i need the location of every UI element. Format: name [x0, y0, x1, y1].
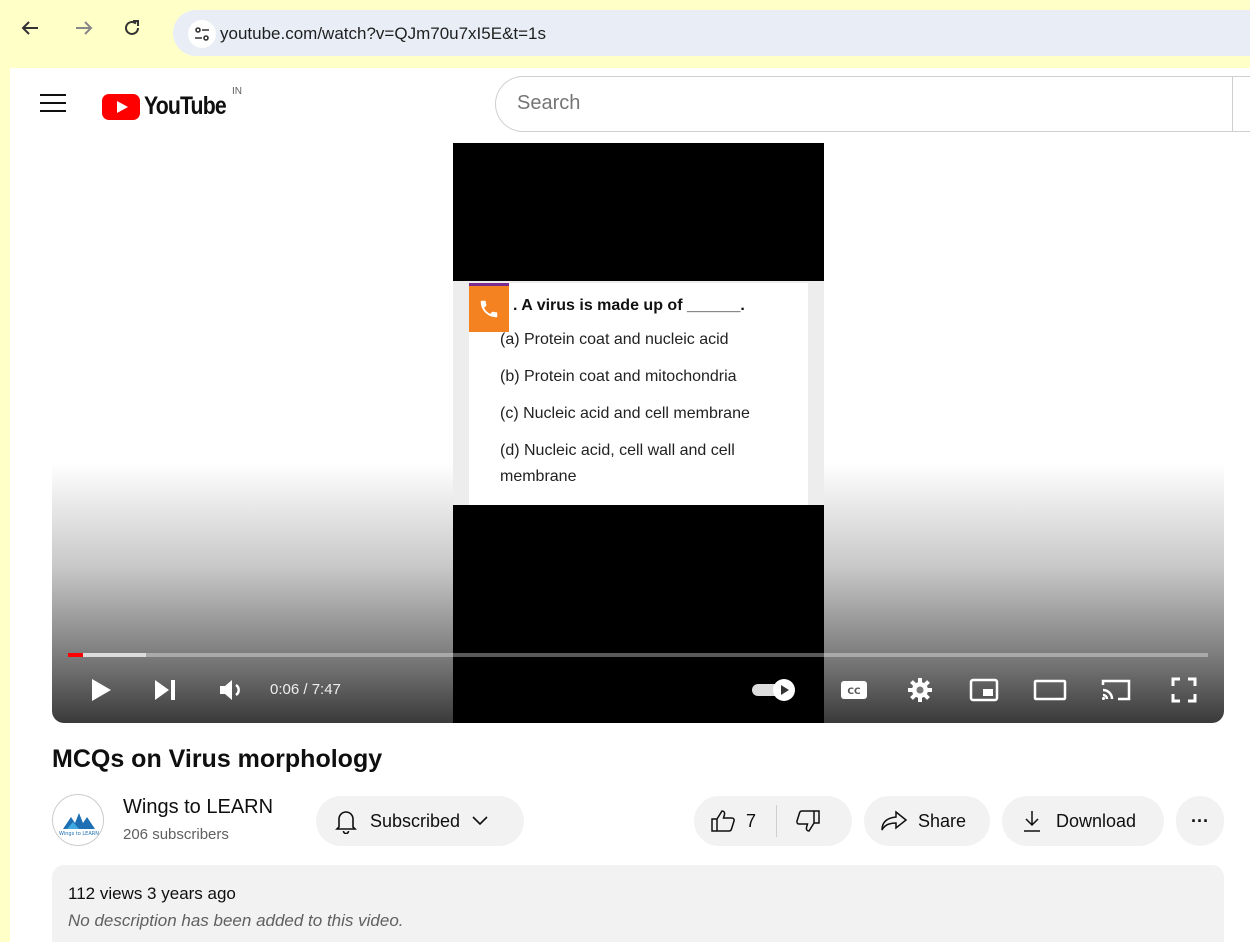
search-divider [1232, 77, 1233, 131]
download-button[interactable]: Download [1002, 796, 1164, 846]
subscriber-count: 206 subscribers [123, 826, 229, 843]
avatar-text: Wings to LEARN [59, 831, 99, 837]
channel-name[interactable]: Wings to LEARN [123, 796, 273, 819]
like-count: 7 [746, 810, 757, 831]
video-frame[interactable]: . A virus is made up of ______. (a) Prot… [453, 143, 824, 723]
download-icon [1022, 810, 1042, 832]
subscribed-button[interactable]: Subscribed [316, 796, 524, 846]
option-c: (c) Nucleic acid and cell membrane [500, 405, 750, 422]
captions-icon[interactable]: CC [836, 675, 872, 705]
download-label: Download [1056, 810, 1137, 831]
bell-icon [334, 808, 358, 834]
video-player[interactable]: . A virus is made up of ______. (a) Prot… [52, 143, 1224, 723]
description-text: No description has been added to this vi… [68, 911, 404, 930]
like-dislike-group: 7 [694, 796, 852, 846]
subscribed-label: Subscribed [370, 810, 461, 831]
share-icon [880, 810, 908, 832]
youtube-logo[interactable]: YouTube [102, 92, 240, 121]
settings-icon[interactable] [902, 675, 938, 705]
cast-icon[interactable] [1098, 675, 1134, 705]
youtube-play-icon [102, 93, 140, 120]
option-a: (a) Protein coat and nucleic acid [500, 331, 729, 348]
menu-icon[interactable] [40, 94, 66, 114]
like-icon[interactable] [710, 809, 736, 833]
more-actions-button[interactable]: ··· [1176, 796, 1224, 846]
reload-icon[interactable] [118, 14, 146, 42]
next-icon[interactable] [150, 675, 180, 705]
miniplayer-icon[interactable] [966, 675, 1002, 705]
time-display: 0:06 / 7:47 [270, 681, 341, 698]
share-label: Share [918, 810, 967, 831]
video-title: MCQs on Virus morphology [52, 745, 383, 773]
progress-bar[interactable] [68, 653, 1208, 657]
like-divider [776, 805, 778, 837]
browser-toolbar: youtube.com/watch?v=QJm70u7xI5E&t=1s [10, 0, 1250, 68]
phone-icon [469, 286, 509, 332]
logo-text: YouTube [144, 92, 227, 120]
svg-text:CC: CC [847, 687, 861, 697]
view-count-date: 112 views 3 years ago [68, 884, 236, 903]
slide-card: . A virus is made up of ______. (a) Prot… [469, 283, 808, 505]
chevron-down-icon [472, 816, 488, 826]
share-button[interactable]: Share [864, 796, 990, 846]
theater-mode-icon[interactable] [1032, 675, 1068, 705]
option-b: (b) Protein coat and mitochondria [500, 368, 737, 385]
back-icon[interactable] [16, 14, 44, 42]
region-label: IN [232, 86, 242, 97]
play-icon[interactable] [86, 675, 116, 705]
progress-played [68, 653, 83, 657]
volume-icon[interactable] [212, 675, 252, 705]
site-info-icon[interactable] [188, 20, 216, 48]
search-input[interactable] [495, 76, 1250, 132]
dislike-icon[interactable] [795, 809, 821, 833]
question-slide: . A virus is made up of ______. (a) Prot… [453, 281, 824, 505]
autoplay-toggle[interactable] [748, 675, 800, 705]
channel-avatar[interactable]: Wings to LEARN [52, 794, 104, 846]
forward-icon[interactable] [70, 14, 98, 42]
page-frame: youtube.com/watch?v=QJm70u7xI5E&t=1s You… [10, 0, 1250, 942]
fullscreen-icon[interactable] [1166, 675, 1202, 705]
option-d: (d) Nucleic acid, cell wall and cell mem… [500, 442, 735, 485]
search-placeholder: Search [517, 92, 581, 114]
url-text[interactable]: youtube.com/watch?v=QJm70u7xI5E&t=1s [220, 24, 546, 44]
question-text: . A virus is made up of ______. [513, 297, 745, 314]
